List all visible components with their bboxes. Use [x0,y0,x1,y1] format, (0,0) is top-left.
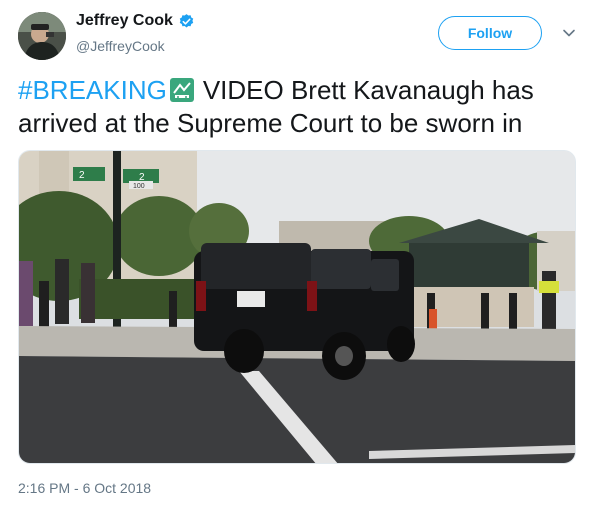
verified-badge-icon [179,13,194,27]
tweet-text: #BREAKING VIDEO Brett Kavanaugh has arriv… [18,74,583,140]
tweet-timestamp[interactable]: 2:16 PM - 6 Oct 2018 [18,480,151,496]
chevron-down-icon[interactable] [562,26,576,40]
author-display-name[interactable]: Jeffrey Cook [76,12,173,30]
street-sign-sub: 100 [133,183,145,190]
avatar[interactable] [18,12,66,60]
hashtag-link[interactable]: #BREAKING [18,75,167,105]
follow-button[interactable]: Follow [438,16,542,50]
street-sign-1: 2 [79,170,85,181]
avatar-image [18,12,66,60]
train-emoji-icon [169,78,194,102]
video-frame: 2 2 100 [19,151,575,463]
tweet-video[interactable]: 2 2 100 [18,150,576,464]
author-name-row[interactable]: Jeffrey Cook [76,12,195,30]
author-handle[interactable]: @JeffreyCook [76,38,165,54]
street-sign-2: 2 [139,172,145,183]
